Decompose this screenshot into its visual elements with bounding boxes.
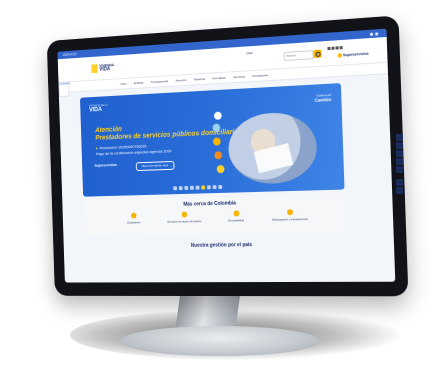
hero-vida-logo: POTENCIA DE LA VIDA — [89, 104, 108, 114]
hero-banner[interactable]: POTENCIA DE LA VIDA Gobierno del Cambio … — [79, 83, 345, 197]
hero-title-1: Atención — [95, 126, 123, 135]
nav-item[interactable]: Normativa — [212, 76, 225, 81]
water-drop-icon — [213, 111, 222, 120]
nav-item[interactable]: Entidad — [134, 81, 143, 85]
nav-item[interactable]: Atención — [175, 78, 186, 83]
site-logo[interactable]: VIVIENDA VIDA — [91, 61, 115, 74]
nav-item[interactable]: Participa — [194, 77, 205, 82]
quick-link[interactable]: Servicios de apoyo al usuario — [165, 211, 203, 224]
side-tab[interactable]: Ciudadano — [58, 81, 70, 98]
hero-cambio-logo: Gobierno del Cambio — [314, 94, 332, 103]
gestion-title: Nuestra gestión por el país — [190, 242, 253, 249]
quick-link[interactable]: Participación y transparencia — [270, 209, 310, 222]
flag-icon — [91, 63, 98, 73]
nav-item[interactable]: Servicios — [233, 75, 245, 80]
screen: GOV.CO VIVIENDA VIDA DNP Buscar Superser… — [57, 28, 396, 283]
tool-button[interactable] — [396, 166, 403, 173]
hero-logo-small: POTENCIA DE LA — [89, 103, 108, 108]
carousel-indicators[interactable] — [173, 184, 223, 191]
tool-button[interactable] — [396, 187, 403, 194]
hero-brand: Superservicios — [94, 163, 117, 168]
nav-item[interactable]: Inicio — [120, 82, 126, 86]
search-input[interactable]: Buscar — [283, 50, 314, 62]
quick-link[interactable]: Normatividad — [217, 210, 256, 223]
mas-cerca-section: Más cerca de Colombia Ciudadanos Servici… — [83, 193, 347, 237]
hero-cambio-text: Cambio — [314, 96, 332, 103]
gov-bar-dots — [369, 31, 379, 36]
monitor-bezel: GOV.CO VIVIENDA VIDA DNP Buscar Superser… — [46, 15, 409, 297]
tool-button[interactable] — [396, 179, 403, 186]
tool-button[interactable] — [396, 134, 403, 141]
nav-item[interactable]: Transparencia — [151, 79, 169, 84]
monitor-stand-base — [120, 326, 320, 356]
energy-icon — [212, 137, 221, 146]
header-dnp[interactable]: DNP — [246, 51, 252, 55]
quick-links: Ciudadanos Servicios de apoyo al usuario… — [109, 209, 318, 225]
tool-button[interactable] — [396, 142, 403, 149]
tool-button[interactable] — [396, 158, 403, 165]
hero-cta-button[interactable]: Más información aquí — [135, 160, 175, 172]
bulb-icon — [216, 165, 225, 174]
superservicios-brand[interactable]: Superservicios — [338, 52, 369, 58]
fire-icon — [214, 151, 223, 160]
nav-item[interactable]: Prestadores — [252, 73, 268, 78]
handshake-icon — [286, 209, 293, 216]
quick-link[interactable]: Ciudadanos — [115, 212, 152, 224]
law-icon — [232, 210, 239, 217]
people-icon — [130, 212, 137, 219]
floating-toolbar — [396, 134, 403, 195]
search-icon[interactable] — [313, 49, 322, 59]
support-icon — [181, 211, 187, 218]
accessibility-icons[interactable] — [327, 46, 343, 51]
monitor-scene: GOV.CO VIVIENDA VIDA DNP Buscar Superser… — [0, 0, 437, 381]
logo-big-text: VIDA — [99, 66, 111, 73]
hero-logo-text: VIDA — [89, 107, 103, 114]
tool-button[interactable] — [396, 150, 403, 157]
